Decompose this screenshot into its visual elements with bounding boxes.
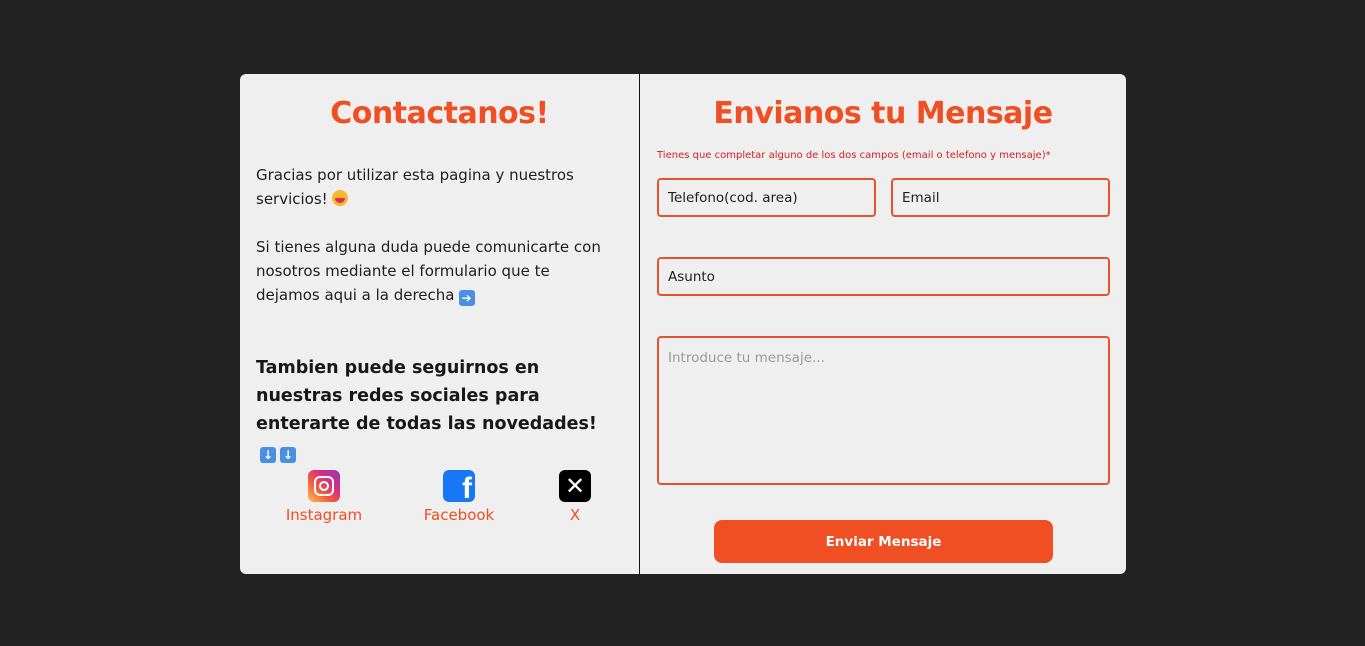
message-textarea[interactable]: [657, 336, 1110, 485]
x-icon: ✕: [559, 470, 591, 502]
send-message-button[interactable]: Enviar Mensaje: [714, 520, 1053, 563]
facebook-link[interactable]: f Facebook: [419, 470, 499, 524]
form-title: Envianos tu Mensaje: [713, 96, 1053, 131]
message-form-panel: Envianos tu Mensaje Tienes que completar…: [640, 74, 1126, 574]
x-label: X: [569, 506, 581, 524]
follow-text-content: Tambien puede seguirnos en nuestras rede…: [256, 358, 597, 434]
instagram-link[interactable]: Instagram: [284, 470, 364, 524]
facebook-icon: f: [443, 470, 475, 502]
grinning-face-icon: [331, 190, 348, 206]
contact-title: Contactanos!: [330, 96, 549, 131]
social-links: Instagram f Facebook ✕ X: [256, 470, 624, 530]
x-link[interactable]: ✕ X: [554, 470, 596, 524]
down-arrow-icon: ↓: [260, 447, 276, 463]
follow-text: Tambien puede seguirnos en nuestras rede…: [256, 354, 616, 466]
right-arrow-icon: ➔: [458, 290, 475, 306]
help-text: Si tienes alguna duda puede comunicarte …: [256, 235, 616, 307]
facebook-label: Facebook: [423, 506, 495, 524]
subject-field[interactable]: [657, 257, 1110, 296]
form-hint: Tienes que completar alguno de los dos c…: [657, 150, 1051, 161]
instagram-icon: [308, 470, 340, 502]
thanks-text: Gracias por utilizar esta pagina y nuest…: [256, 163, 616, 211]
down-arrow-icon: ↓: [280, 447, 296, 463]
help-text-content: Si tienes alguna duda puede comunicarte …: [256, 238, 601, 304]
contact-card: Contactanos! Gracias por utilizar esta p…: [240, 74, 1126, 574]
contact-info-panel: Contactanos! Gracias por utilizar esta p…: [240, 74, 640, 574]
email-field[interactable]: [891, 178, 1110, 217]
thanks-text-content: Gracias por utilizar esta pagina y nuest…: [256, 166, 574, 208]
phone-field[interactable]: [657, 178, 876, 217]
instagram-label: Instagram: [285, 506, 363, 524]
